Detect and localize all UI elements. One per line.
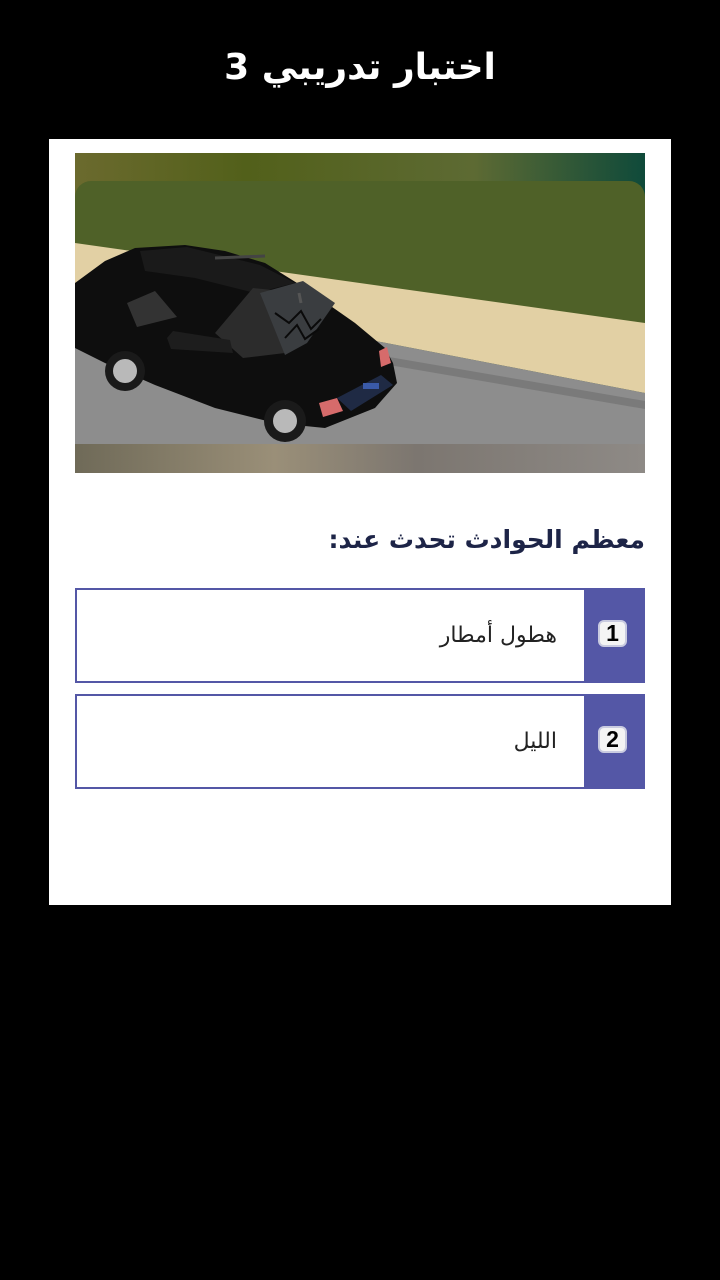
quiz-card: معظم الحوادث تحدث عند: 1 هطول أمطار 2 ال… (49, 139, 671, 905)
car-accident-illustration (75, 153, 645, 473)
answer-option-2[interactable]: 2 الليل (75, 694, 645, 789)
header-bar: اختبار تدريبي 3 (0, 0, 720, 140)
answer-option-label: الليل (513, 729, 557, 754)
answer-option-1[interactable]: 1 هطول أمطار (75, 588, 645, 683)
question-illustration (75, 153, 645, 473)
answer-number-badge: 1 (598, 620, 627, 647)
answer-number-column: 2 (584, 694, 645, 789)
answer-number-badge: 2 (598, 726, 627, 753)
answer-number-column: 1 (584, 588, 645, 683)
answer-option-label: هطول أمطار (439, 623, 557, 648)
question-text: معظم الحوادث تحدث عند: (328, 525, 645, 554)
page-title: اختبار تدريبي 3 (224, 47, 496, 88)
